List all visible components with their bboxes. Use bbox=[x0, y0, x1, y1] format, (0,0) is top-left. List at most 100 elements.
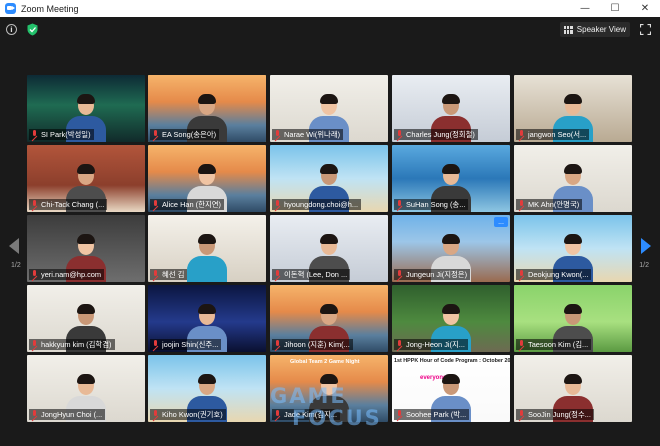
muted-mic-icon bbox=[518, 270, 525, 279]
participant-video bbox=[187, 232, 227, 282]
participant-name: Jong-Heon Ji(지... bbox=[406, 340, 465, 349]
muted-mic-icon bbox=[396, 410, 403, 419]
muted-mic-icon bbox=[152, 410, 159, 419]
muted-mic-icon bbox=[31, 270, 38, 279]
video-tile[interactable]: Jihoon (지훈) Kim(... bbox=[270, 285, 388, 352]
shield-icon[interactable] bbox=[27, 23, 38, 36]
participant-name: yeri.nam@hp.com bbox=[41, 270, 102, 279]
muted-mic-icon bbox=[396, 200, 403, 209]
zoom-window: Zoom Meeting — ☐ ✕ i Speaker View 1/2 1/… bbox=[0, 0, 660, 446]
video-tile[interactable]: ... Jungeun Ji(지정은) bbox=[392, 215, 510, 282]
video-tile[interactable]: hakkyum kim (김학겸) bbox=[27, 285, 145, 352]
video-tile[interactable]: EA Song(송은아) bbox=[148, 75, 266, 142]
video-tile[interactable]: 혜선 김 bbox=[148, 215, 266, 282]
video-tile[interactable]: 1st HPPK Hour of Code Program : October … bbox=[392, 355, 510, 422]
grid-view-icon bbox=[563, 25, 573, 34]
close-button[interactable]: ✕ bbox=[630, 0, 660, 17]
participant-name-label: SI Park(박성일) bbox=[29, 129, 94, 140]
video-tile[interactable]: joojin Shin(신주... bbox=[148, 285, 266, 352]
video-tile[interactable]: ...MK Ahn(안명국) bbox=[514, 145, 632, 212]
video-tile[interactable]: Taesoon Kim (김... bbox=[514, 285, 632, 352]
video-tile[interactable]: Global Team 2 Game Night Jade Kim(김지... bbox=[270, 355, 388, 422]
video-tile[interactable]: Alice Han (한지연) bbox=[148, 145, 266, 212]
participant-name-label: JongHyun Choi (... bbox=[29, 409, 106, 420]
participant-name: Narae Wi(위나래) bbox=[284, 130, 341, 139]
video-tile[interactable]: Charles Jung(정회철) bbox=[392, 75, 510, 142]
participant-name-label: Jong-Heon Ji(지... bbox=[394, 339, 468, 350]
muted-mic-icon bbox=[152, 270, 159, 279]
info-icon[interactable]: i bbox=[6, 24, 17, 35]
speaker-view-button[interactable]: Speaker View bbox=[559, 22, 630, 37]
participant-name: jangwon Seo(서... bbox=[528, 130, 587, 139]
video-tile[interactable]: Deokjung Kwon(... bbox=[514, 215, 632, 282]
video-tile[interactable]: Narae Wi(위나래) bbox=[270, 75, 388, 142]
video-tile[interactable]: JongHyun Choi (... bbox=[27, 355, 145, 422]
muted-mic-icon bbox=[518, 200, 525, 209]
meeting-toolbar: i Speaker View bbox=[0, 17, 660, 42]
participant-name: hakkyum kim (김학겸) bbox=[41, 340, 112, 349]
participant-name-label: Narae Wi(위나래) bbox=[272, 129, 344, 140]
muted-mic-icon bbox=[274, 410, 281, 419]
participant-name: Jungeun Ji(지정은) bbox=[406, 270, 468, 279]
participant-name-label: 이돈혁 (Lee, Don ... bbox=[272, 269, 351, 280]
muted-mic-icon bbox=[396, 270, 403, 279]
video-tile[interactable]: yeri.nam@hp.com bbox=[27, 215, 145, 282]
participant-name: SuHan Song (송... bbox=[406, 200, 466, 209]
zoom-app-icon bbox=[5, 3, 16, 14]
participant-name: MK Ahn(안명국) bbox=[528, 200, 580, 209]
participant-name-label: hyoungdong.choi@h... bbox=[272, 199, 362, 210]
video-tile[interactable]: 이돈혁 (Lee, Don ... bbox=[270, 215, 388, 282]
window-title: Zoom Meeting bbox=[21, 3, 79, 14]
video-tile[interactable]: Jong-Heon Ji(지... bbox=[392, 285, 510, 352]
video-tile[interactable]: Kiho Kwon(권기호) bbox=[148, 355, 266, 422]
participant-name: Taesoon Kim (김... bbox=[528, 340, 589, 349]
muted-mic-icon bbox=[518, 340, 525, 349]
minimize-button[interactable]: — bbox=[570, 0, 600, 17]
participant-name: Jade Kim(김지... bbox=[284, 410, 338, 419]
next-page-arrow-icon[interactable] bbox=[641, 238, 651, 254]
muted-mic-icon bbox=[518, 410, 525, 419]
participant-name-label: Taesoon Kim (김... bbox=[516, 339, 592, 350]
video-tile[interactable]: SooJin Jung(정수... bbox=[514, 355, 632, 422]
more-options-button[interactable]: ... bbox=[494, 217, 508, 227]
maximize-button[interactable]: ☐ bbox=[600, 0, 630, 17]
participant-name: Chi-Tack Chang (... bbox=[41, 200, 105, 209]
video-tile[interactable]: Chi-Tack Chang (... bbox=[27, 145, 145, 212]
participant-name-label: Deokjung Kwon(... bbox=[516, 269, 592, 280]
muted-mic-icon bbox=[274, 340, 281, 349]
video-tile[interactable]: hyoungdong.choi@h... bbox=[270, 145, 388, 212]
participant-name-label: 혜선 김 bbox=[150, 269, 188, 280]
participant-name: joojin Shin(신주... bbox=[162, 340, 219, 349]
participant-name: SooJin Jung(정수... bbox=[528, 410, 591, 419]
video-tile[interactable]: SI Park(박성일) bbox=[27, 75, 145, 142]
participant-name-label: joojin Shin(신주... bbox=[150, 339, 222, 350]
participant-name: Alice Han (한지연) bbox=[162, 200, 222, 209]
previous-page-arrow-icon[interactable] bbox=[9, 238, 19, 254]
hour-of-code-banner: 1st HPPK Hour of Code Program : October … bbox=[392, 355, 510, 367]
fullscreen-icon[interactable] bbox=[640, 24, 651, 35]
team-banner: Global Team 2 Game Night bbox=[290, 359, 360, 365]
participant-name-label: SooJin Jung(정수... bbox=[516, 409, 594, 420]
participant-name: Soohee Park (박... bbox=[406, 410, 467, 419]
participant-name: EA Song(송은아) bbox=[162, 130, 217, 139]
muted-mic-icon bbox=[31, 340, 38, 349]
participant-name: 혜선 김 bbox=[162, 270, 185, 279]
participant-name-label: Alice Han (한지연) bbox=[150, 199, 225, 210]
video-tile[interactable]: SuHan Song (송... bbox=[392, 145, 510, 212]
muted-mic-icon bbox=[152, 200, 159, 209]
participant-name-label: Kiho Kwon(권기호) bbox=[150, 409, 226, 420]
muted-mic-icon bbox=[274, 270, 281, 279]
participant-name-label: jangwon Seo(서... bbox=[516, 129, 590, 140]
participant-name: Charles Jung(정회철) bbox=[406, 130, 475, 139]
muted-mic-icon bbox=[274, 130, 281, 139]
participant-name-label: Soohee Park (박... bbox=[394, 409, 470, 420]
participant-name-label: hakkyum kim (김학겸) bbox=[29, 339, 115, 350]
participant-name: Kiho Kwon(권기호) bbox=[162, 410, 223, 419]
muted-mic-icon bbox=[31, 410, 38, 419]
page-indicator-right: 1/2 bbox=[639, 262, 649, 269]
muted-mic-icon bbox=[274, 200, 281, 209]
participant-name-label: MK Ahn(안명국) bbox=[516, 199, 583, 210]
video-tile[interactable]: jangwon Seo(서... bbox=[514, 75, 632, 142]
participant-name: 이돈혁 (Lee, Don ... bbox=[284, 270, 348, 279]
participant-name-label: SuHan Song (송... bbox=[394, 199, 469, 210]
